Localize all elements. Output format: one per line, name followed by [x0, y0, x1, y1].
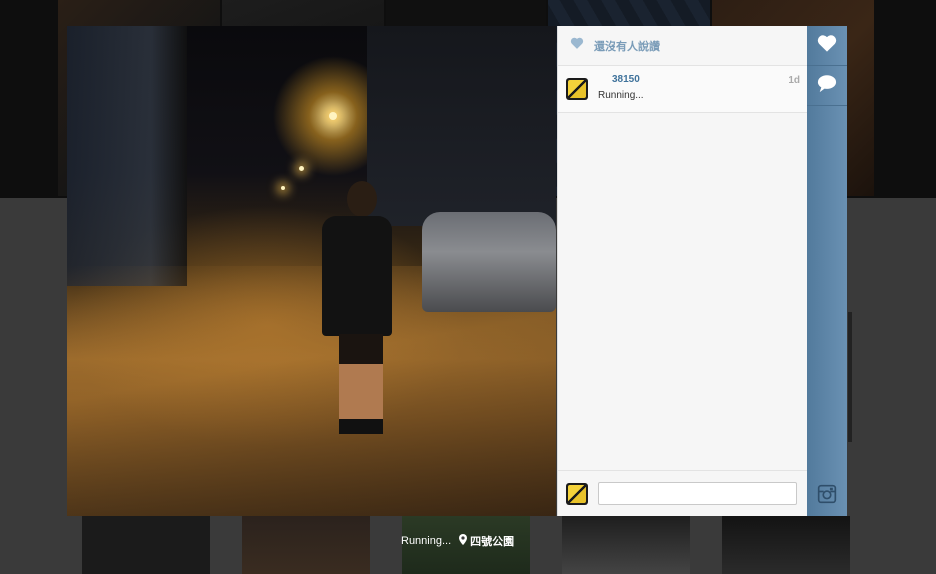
background-tile [82, 516, 210, 574]
background-tile [242, 516, 370, 574]
action-bar [807, 26, 847, 516]
photo-runner-head [347, 181, 377, 217]
instagram-camera-icon [816, 484, 838, 509]
location-pin-icon [459, 534, 468, 548]
photo-streetlight [281, 186, 285, 190]
photo-streetlight [329, 112, 337, 120]
background-strip [848, 312, 852, 442]
instagram-logo-button[interactable] [807, 476, 847, 516]
heart-icon [570, 36, 584, 55]
caption-timestamp: 1d [788, 75, 800, 86]
avatar [566, 483, 588, 505]
comment-input[interactable] [598, 482, 797, 505]
comment-bar [558, 470, 807, 516]
likes-row: 還沒有人說讚 [558, 26, 807, 66]
avatar[interactable] [566, 78, 588, 100]
likes-text: 還沒有人說讚 [594, 40, 660, 53]
photo-runner-legs [339, 334, 383, 434]
photo-car [422, 212, 556, 312]
speech-bubble-icon [816, 73, 838, 98]
background-tile [562, 516, 690, 574]
post-photo[interactable] [67, 26, 556, 516]
photo-runner-body [322, 216, 392, 336]
like-button[interactable] [807, 26, 847, 66]
photo-building-left [67, 26, 187, 286]
post-detail-panel: 還沒有人說讚 38150 Running... 1d [557, 26, 807, 516]
background-tile [722, 516, 850, 574]
comment-button[interactable] [807, 66, 847, 106]
caption-row: 38150 Running... 1d [558, 66, 807, 113]
caption-username[interactable]: 38150 [612, 74, 640, 85]
location-link[interactable]: 四號公園 [470, 533, 514, 549]
heart-icon [816, 33, 838, 58]
photo-caption: Running... [401, 535, 452, 547]
photo-streetlight [299, 166, 304, 171]
photo-building-right [367, 26, 556, 226]
caption-text: Running... [598, 90, 644, 101]
photo-meta: Running... 四號公園 [401, 533, 514, 549]
